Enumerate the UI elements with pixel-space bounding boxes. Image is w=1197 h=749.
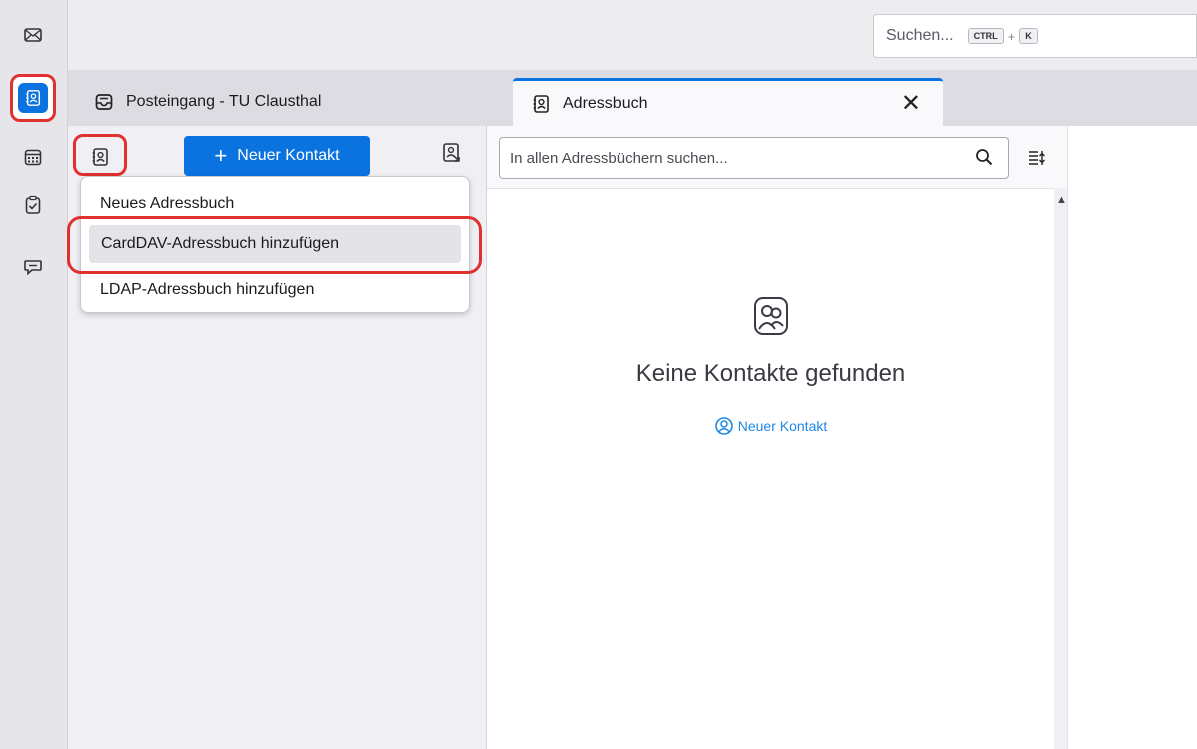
empty-state-new-contact-link[interactable]: Neuer Kontakt bbox=[714, 416, 828, 436]
chat-icon bbox=[24, 260, 42, 276]
plus-icon: + bbox=[214, 143, 228, 168]
chat-space-button[interactable] bbox=[14, 248, 52, 286]
calendar-space-button[interactable] bbox=[14, 138, 52, 176]
tasks-icon bbox=[25, 195, 41, 214]
contacts-search-row bbox=[487, 126, 1067, 189]
scrollbar[interactable]: ▲ bbox=[1054, 188, 1067, 749]
global-search-placeholder: Suchen... bbox=[886, 27, 954, 44]
inbox-icon bbox=[95, 94, 113, 110]
shortcut-k-key: K bbox=[1019, 28, 1038, 44]
new-contact-icon bbox=[714, 417, 733, 435]
contacts-list-pane: ▲ Keine Kontakte gefunden Neuer Kontakt bbox=[487, 126, 1067, 749]
address-book-icon bbox=[26, 90, 41, 106]
new-contact-label: Neuer Kontakt bbox=[237, 147, 340, 164]
tab-address-book-label: Adressbuch bbox=[563, 94, 648, 112]
shortcut-plus: + bbox=[1007, 28, 1016, 44]
new-contact-button[interactable]: + Neuer Kontakt bbox=[184, 136, 370, 176]
search-icon bbox=[976, 149, 993, 166]
empty-state: Keine Kontakte gefunden Neuer Kontakt bbox=[487, 296, 1054, 441]
mail-space-button[interactable] bbox=[14, 16, 52, 54]
tab-strip: Posteingang - TU Clausthal Adressbuch ✕ bbox=[68, 70, 1197, 126]
contact-details-pane bbox=[1067, 126, 1197, 749]
global-search-input[interactable]: Suchen... CTRL + K bbox=[873, 14, 1197, 58]
spaces-toolbar bbox=[0, 0, 68, 749]
list-display-options-icon[interactable] bbox=[1027, 148, 1047, 168]
close-icon[interactable]: ✕ bbox=[901, 89, 921, 118]
calendar-icon bbox=[24, 149, 42, 166]
import-contacts-icon[interactable] bbox=[440, 142, 462, 164]
chevron-up-icon[interactable]: ▲ bbox=[1056, 194, 1067, 206]
contacts-empty-icon bbox=[753, 297, 788, 335]
mail-icon bbox=[24, 28, 42, 42]
tasks-space-button[interactable] bbox=[14, 186, 52, 224]
contacts-search-input[interactable] bbox=[499, 137, 1009, 179]
empty-state-title: Keine Kontakte gefunden bbox=[635, 360, 906, 387]
empty-state-link-label: Neuer Kontakt bbox=[737, 418, 828, 434]
address-book-space-button[interactable] bbox=[10, 74, 56, 122]
new-address-book-icon bbox=[92, 148, 108, 166]
tab-inbox-label: Posteingang - TU Clausthal bbox=[126, 93, 322, 110]
tab-address-book[interactable]: Adressbuch ✕ bbox=[513, 78, 943, 126]
shortcut-ctrl-key: CTRL bbox=[967, 28, 1004, 44]
tab-inbox[interactable]: Posteingang - TU Clausthal bbox=[76, 78, 496, 126]
address-book-icon bbox=[533, 94, 549, 113]
create-book-button[interactable] bbox=[73, 134, 127, 176]
annotation-highlight bbox=[67, 216, 482, 274]
menu-item-add-ldap[interactable]: LDAP-Adressbuch hinzufügen bbox=[85, 271, 463, 309]
unified-toolbar: Suchen... CTRL + K bbox=[68, 0, 1197, 70]
